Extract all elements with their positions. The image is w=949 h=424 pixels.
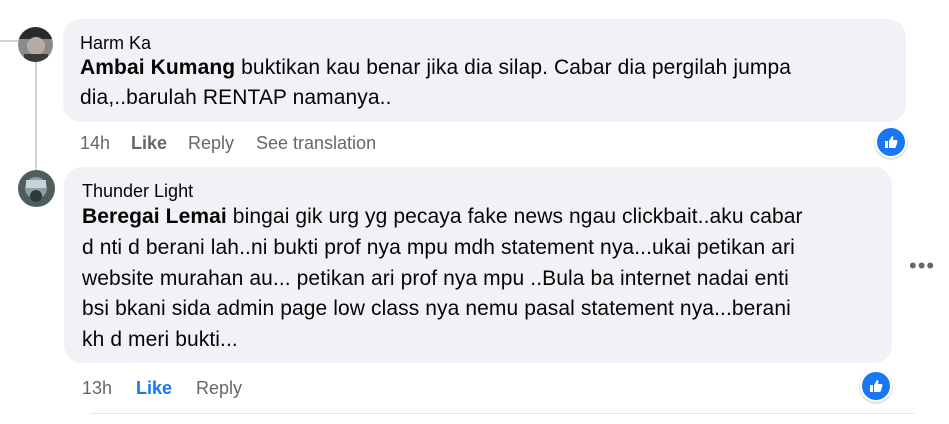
thread-connector-horizontal bbox=[0, 40, 18, 42]
comment-text-line: d nti d berani lah..ni bukti prof nya mp… bbox=[82, 236, 795, 259]
reply-button[interactable]: Reply bbox=[188, 133, 234, 154]
more-options-icon[interactable]: ••• bbox=[909, 253, 935, 279]
comment-timestamp[interactable]: 13h bbox=[82, 378, 112, 399]
like-reaction-icon[interactable] bbox=[860, 370, 892, 402]
like-button[interactable]: Like bbox=[131, 133, 167, 154]
avatar[interactable] bbox=[18, 170, 55, 207]
mention-link[interactable]: Ambai Kumang bbox=[80, 56, 235, 79]
comment-text-line: kh d meri bukti... bbox=[82, 328, 238, 351]
like-reaction-icon[interactable] bbox=[875, 126, 907, 158]
comment-text-line: dia,..barulah RENTAP namanya.. bbox=[80, 86, 392, 109]
comment-text-segment: bingai gik urg yg pecaya fake news ngau … bbox=[226, 205, 803, 228]
comment-author[interactable]: Thunder Light bbox=[82, 181, 193, 202]
see-translation-link[interactable]: See translation bbox=[256, 133, 376, 154]
avatar[interactable] bbox=[18, 27, 53, 62]
reply-button[interactable]: Reply bbox=[196, 378, 242, 399]
mention-link[interactable]: Beregai Lemai bbox=[82, 205, 227, 228]
comment-text-line: bsi bkani sida admin page low class nya … bbox=[82, 297, 791, 320]
comment-text: Ambai Kumang buktikan kau benar jika dia… bbox=[80, 56, 791, 80]
comment-text: Beregai Lemai bingai gik urg yg pecaya f… bbox=[82, 205, 803, 229]
thumbs-up-icon bbox=[885, 136, 898, 148]
thread-connector-vertical bbox=[35, 55, 37, 173]
like-button[interactable]: Like bbox=[136, 378, 172, 399]
comment-timestamp[interactable]: 14h bbox=[80, 133, 110, 154]
user-avatar-icon bbox=[18, 170, 55, 207]
user-avatar-icon bbox=[18, 27, 53, 62]
divider bbox=[90, 413, 914, 414]
comment-author[interactable]: Harm Ka bbox=[80, 33, 151, 54]
comment-text-segment: buktikan kau benar jika dia silap. Cabar… bbox=[235, 56, 792, 79]
thumbs-up-icon bbox=[870, 380, 883, 392]
comment-text-line: website murahan au... petikan ari prof n… bbox=[82, 267, 789, 290]
